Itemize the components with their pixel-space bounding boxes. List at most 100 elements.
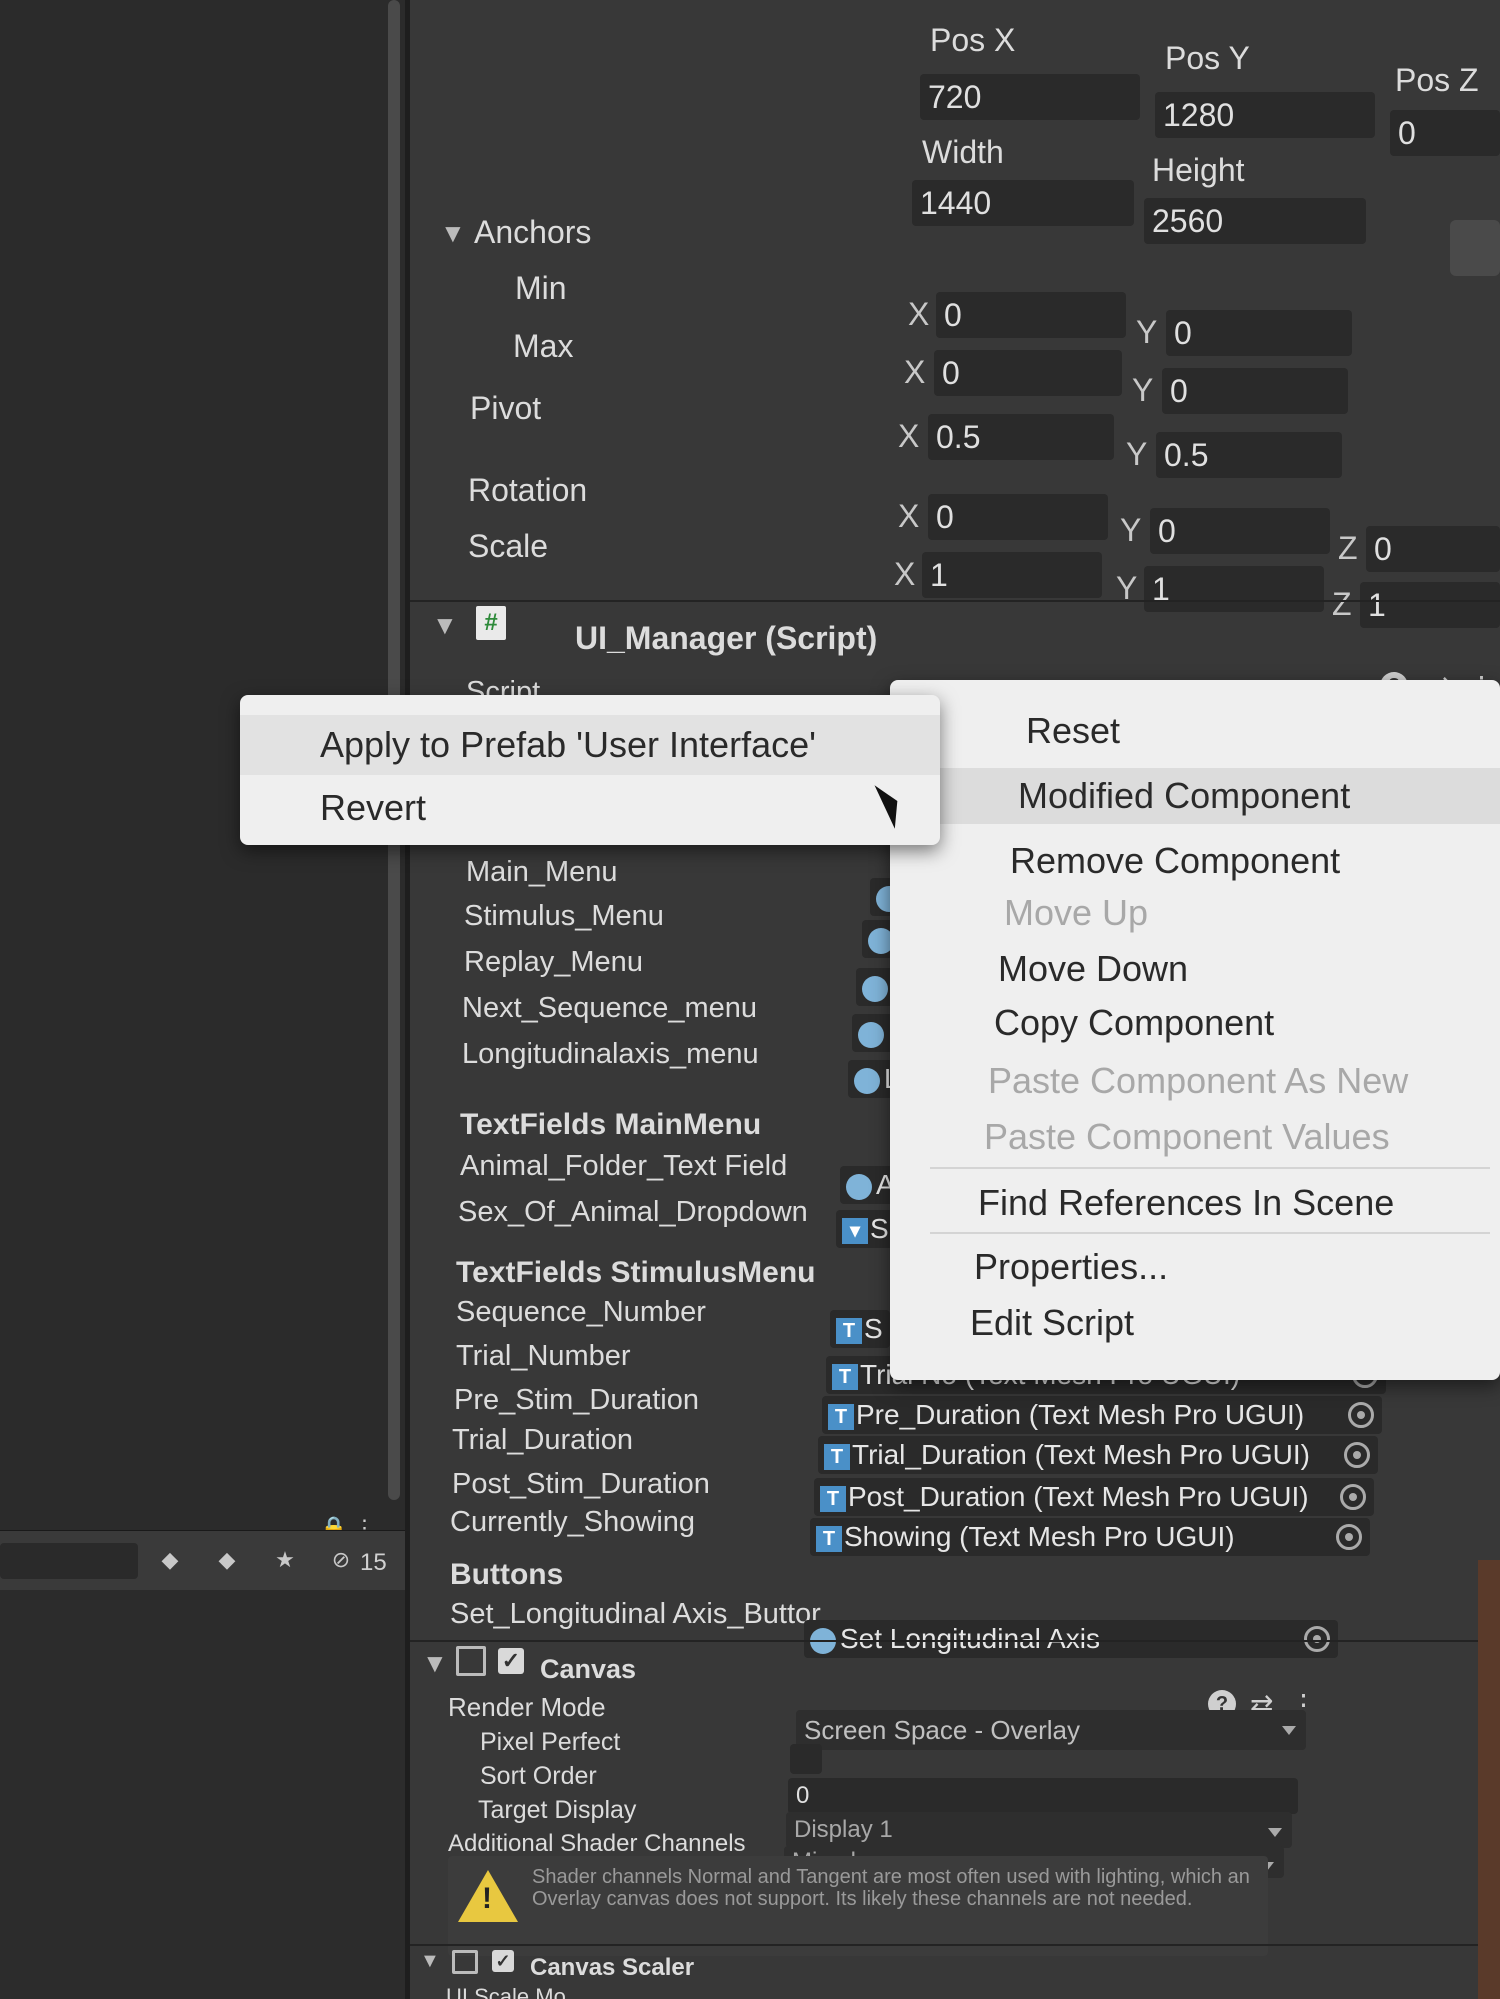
- max-y-field[interactable]: 0: [1162, 368, 1348, 414]
- stimulus-menu-label: Stimulus_Menu: [464, 900, 664, 932]
- sequence-number-label: Sequence_Number: [456, 1296, 706, 1328]
- ui-manager-foldout-arrow[interactable]: ▼: [432, 610, 458, 641]
- rot-y-field[interactable]: 0: [1150, 508, 1330, 554]
- menu-separator: [930, 1232, 1490, 1234]
- animal-folder-label: Animal_Folder_Text Field: [460, 1150, 788, 1182]
- gameobject-icon: [846, 1173, 872, 1200]
- object-picker-icon[interactable]: [1348, 1402, 1374, 1428]
- currently-showing-field[interactable]: T Showing (Text Mesh Pro UGUI): [810, 1518, 1370, 1556]
- menu-item-move-up[interactable]: Move Up: [1004, 892, 1148, 934]
- visibility-icon[interactable]: ◆: [155, 1545, 185, 1575]
- sex-of-animal-field[interactable]: ▾ S: [836, 1210, 896, 1248]
- sort-order-field[interactable]: 0: [788, 1778, 1298, 1814]
- scale-x-field[interactable]: 1: [922, 552, 1102, 598]
- ui-scale-mode-label: UI Scale Mo: [446, 1984, 566, 1999]
- script-icon: #: [476, 606, 506, 640]
- tag-icon[interactable]: ◆: [212, 1545, 242, 1575]
- pos-y-field[interactable]: 1280: [1155, 92, 1375, 138]
- menu-item-remove-component[interactable]: Remove Component: [1010, 840, 1340, 882]
- set-longitudinal-axis-button-field[interactable]: Set Longitudinal Axis: [804, 1620, 1338, 1658]
- trial-duration-value: Trial_Duration (Text Mesh Pro UGUI): [852, 1439, 1310, 1470]
- pivot-label: Pivot: [470, 390, 542, 426]
- apply-to-prefab-item[interactable]: Apply to Prefab 'User Interface': [240, 715, 940, 775]
- menu-item-copy-component[interactable]: Copy Component: [994, 1002, 1274, 1044]
- max-x-field[interactable]: 0: [934, 350, 1122, 396]
- pixel-perfect-checkbox[interactable]: [790, 1744, 822, 1774]
- pivot-y-field[interactable]: 0.5: [1156, 432, 1342, 478]
- hierarchy-panel: 🔒 ⋮ ◆ ◆ ★ ⊘ 15: [0, 0, 405, 1999]
- object-picker-icon[interactable]: [1344, 1442, 1370, 1468]
- anchors-max-label: Max: [513, 328, 574, 364]
- rot-z-axis: Z: [1338, 530, 1358, 566]
- warning-icon: !: [458, 1870, 518, 1922]
- component-divider: [410, 1944, 1500, 1946]
- max-y-axis: Y: [1132, 372, 1154, 408]
- revert-item[interactable]: Revert: [320, 787, 426, 829]
- menu-item-move-down[interactable]: Move Down: [998, 948, 1188, 990]
- pos-x-field[interactable]: 720: [920, 74, 1140, 120]
- longitudinal-axis-menu-label: Longitudinalaxis_menu: [462, 1038, 759, 1070]
- scale-z-field[interactable]: 1: [1360, 582, 1500, 628]
- trial-number-label: Trial_Number: [456, 1340, 631, 1372]
- object-picker-icon[interactable]: [1304, 1626, 1330, 1652]
- scale-label: Scale: [468, 528, 549, 564]
- textfields-stimulusmenu-header: TextFields StimulusMenu: [456, 1256, 816, 1289]
- menu-item-paste-component-values[interactable]: Paste Component Values: [984, 1116, 1390, 1158]
- canvas-title[interactable]: Canvas: [540, 1654, 636, 1685]
- pivot-x-field[interactable]: 0.5: [928, 414, 1114, 460]
- render-mode-dropdown[interactable]: Screen Space - Overlay: [796, 1710, 1306, 1750]
- sequence-number-field[interactable]: TS: [830, 1310, 890, 1348]
- hidden-count: 15: [360, 1549, 387, 1576]
- min-y-field[interactable]: 0: [1166, 310, 1352, 356]
- shader-warning-box: ! Shader channels Normal and Tangent are…: [448, 1856, 1268, 1956]
- search-field[interactable]: [0, 1543, 138, 1579]
- scale-x-axis: X: [894, 556, 916, 592]
- anchors-foldout-arrow[interactable]: ▼: [440, 218, 466, 249]
- menu-item-paste-component-as-new[interactable]: Paste Component As New: [988, 1060, 1408, 1102]
- width-label: Width: [922, 134, 1004, 170]
- menu-item-reset[interactable]: Reset: [1026, 710, 1120, 752]
- trial-duration-field[interactable]: T Trial_Duration (Text Mesh Pro UGUI): [818, 1436, 1378, 1474]
- menu-item-modified-component[interactable]: Modified Component: [890, 768, 1500, 824]
- text-component-icon: T: [828, 1403, 854, 1430]
- target-display-dropdown[interactable]: Display 1: [786, 1812, 1292, 1848]
- canvas-scaler-foldout-arrow[interactable]: ▼: [420, 1950, 440, 1973]
- sequence-number-value: S: [864, 1313, 883, 1344]
- blueprint-button[interactable]: [1450, 220, 1500, 276]
- hidden-eye-icon[interactable]: ⊘: [326, 1545, 356, 1575]
- replay-menu-label: Replay_Menu: [464, 946, 643, 978]
- canvas-foldout-arrow[interactable]: ▼: [422, 1648, 448, 1679]
- max-x-axis: X: [904, 354, 926, 390]
- canvas-component-icon: [456, 1646, 486, 1676]
- post-stim-duration-field[interactable]: T Post_Duration (Text Mesh Pro UGUI): [814, 1478, 1374, 1516]
- canvas-scaler-enabled-checkbox[interactable]: ✓: [492, 1950, 514, 1972]
- ui-manager-title[interactable]: UI_Manager (Script): [575, 620, 877, 657]
- canvas-enabled-checkbox[interactable]: ✓: [498, 1648, 524, 1674]
- scale-y-field[interactable]: 1: [1144, 566, 1324, 612]
- height-field[interactable]: 2560: [1144, 198, 1366, 244]
- post-stim-duration-value: Post_Duration (Text Mesh Pro UGUI): [848, 1481, 1309, 1512]
- rot-z-field[interactable]: 0: [1366, 526, 1500, 572]
- scene-toolbar: ◆ ◆ ★ ⊘ 15: [0, 1530, 405, 1590]
- component-context-menu: Reset Modified Component Remove Componen…: [890, 680, 1500, 1380]
- menu-item-edit-script[interactable]: Edit Script: [970, 1302, 1134, 1344]
- min-x-field[interactable]: 0: [936, 292, 1126, 338]
- anchors-label[interactable]: Anchors: [474, 214, 591, 251]
- menu-item-find-references[interactable]: Find References In Scene: [978, 1182, 1394, 1224]
- buttons-header: Buttons: [450, 1558, 564, 1591]
- pre-stim-duration-field[interactable]: T Pre_Duration (Text Mesh Pro UGUI): [822, 1396, 1382, 1434]
- pos-x-label: Pos X: [930, 22, 1016, 58]
- pos-z-field[interactable]: 0: [1390, 110, 1500, 156]
- chevron-down-icon: [1268, 1828, 1282, 1837]
- rot-x-field[interactable]: 0: [928, 494, 1108, 540]
- menu-item-properties[interactable]: Properties...: [974, 1246, 1168, 1288]
- width-field[interactable]: 1440: [912, 180, 1134, 226]
- object-picker-icon[interactable]: [1340, 1484, 1366, 1510]
- object-picker-icon[interactable]: [1336, 1524, 1362, 1550]
- star-icon[interactable]: ★: [270, 1545, 300, 1575]
- canvas-scaler-icon: [452, 1950, 478, 1974]
- set-longitudinal-axis-button-label: Set_Longitudinal Axis_Buttor: [450, 1598, 821, 1630]
- canvas-scaler-title[interactable]: Canvas Scaler: [530, 1954, 694, 1982]
- gameobject-icon: [862, 975, 888, 1002]
- component-divider: [410, 1640, 1500, 1642]
